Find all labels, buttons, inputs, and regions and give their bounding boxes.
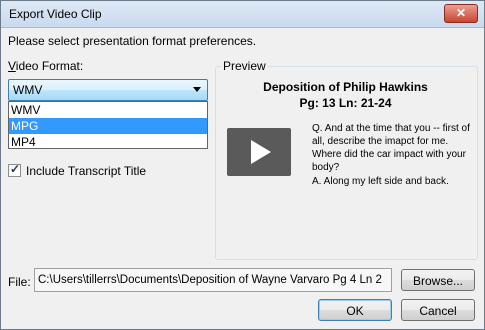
play-button[interactable] <box>227 128 291 176</box>
dropdown-option-wmv[interactable]: WMV <box>9 102 207 118</box>
play-icon <box>251 140 271 164</box>
preview-answer: A. Along my left side and back. <box>312 176 449 187</box>
close-button[interactable]: ✕ <box>444 4 478 23</box>
chevron-down-icon <box>193 87 201 92</box>
video-format-dropdown-list: WMV MPG MP4 <box>8 101 208 149</box>
instruction-text: Please select presentation format prefer… <box>8 34 257 48</box>
dropdown-option-mpg[interactable]: MPG <box>9 118 207 134</box>
window-title: Export Video Clip <box>9 7 102 21</box>
ok-button[interactable]: OK <box>318 299 392 321</box>
dropdown-option-mp4[interactable]: MP4 <box>9 134 207 150</box>
video-format-value: WMV <box>13 83 43 97</box>
video-format-label: Video Format: <box>8 59 84 73</box>
check-icon: ✓ <box>10 162 21 176</box>
cancel-button[interactable]: Cancel <box>401 299 475 321</box>
include-title-checkbox[interactable]: ✓ <box>8 162 21 177</box>
file-path-value: C:\Users\tillerrs\Documents\Deposition o… <box>38 274 382 286</box>
file-path-field[interactable]: C:\Users\tillerrs\Documents\Deposition o… <box>34 268 392 292</box>
file-label: File: <box>8 275 31 289</box>
preview-legend: Preview <box>221 59 268 73</box>
preview-subtitle: Pg: 13 Ln: 21-24 <box>299 96 392 110</box>
include-title-label[interactable]: Include Transcript Title <box>26 164 146 178</box>
preview-question: Q. And at the time that you -- first of … <box>312 123 470 173</box>
title-bar[interactable]: Export Video Clip ✕ <box>1 1 484 28</box>
browse-button[interactable]: Browse... <box>401 269 475 291</box>
video-format-select[interactable]: WMV <box>8 79 208 101</box>
preview-title: Deposition of Philip Hawkins <box>263 80 428 94</box>
